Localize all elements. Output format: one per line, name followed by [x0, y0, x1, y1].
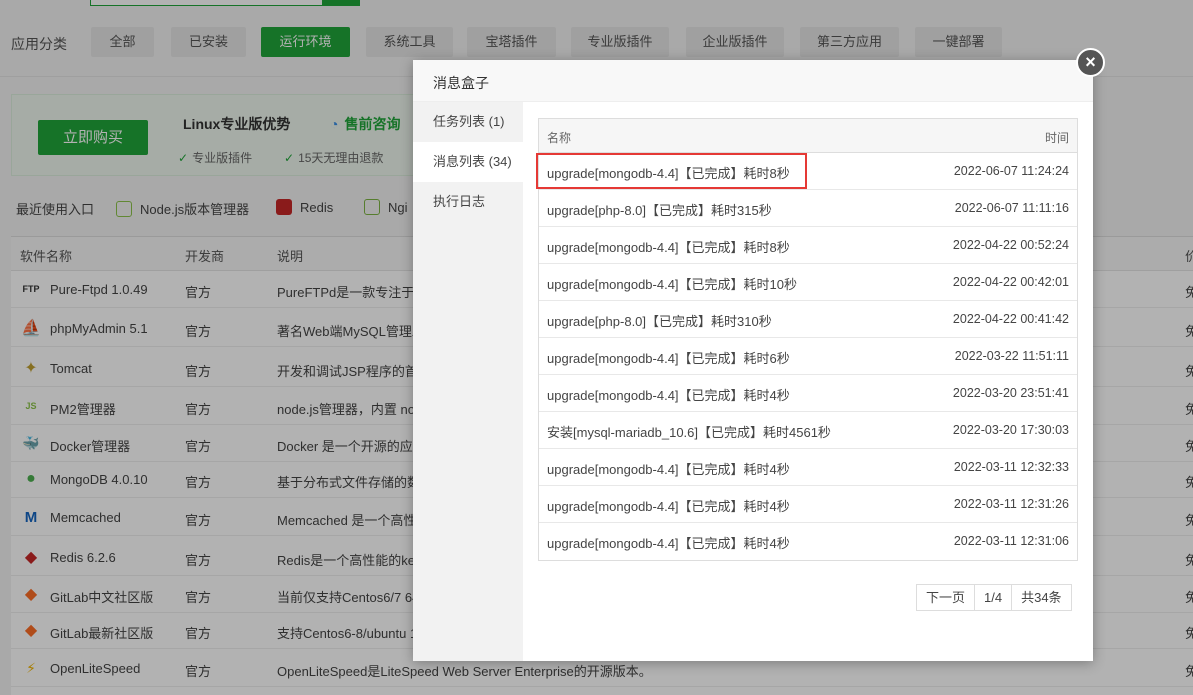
- close-icon[interactable]: ×: [1076, 48, 1105, 77]
- message-name: upgrade[mongodb-4.4]【已完成】耗时4秒: [547, 536, 790, 551]
- message-name: upgrade[mongodb-4.4]【已完成】耗时8秒: [547, 240, 790, 255]
- tab-execution-log[interactable]: 执行日志: [413, 182, 523, 222]
- message-time: 2022-06-07 11:24:24: [953, 164, 1069, 178]
- column-header-name: 名称: [547, 131, 572, 145]
- message-time: 2022-03-20 17:30:03: [952, 423, 1069, 437]
- message-name: 安装[mysql-mariadb_10.6]【已完成】耗时4561秒: [547, 425, 831, 440]
- message-time: 2022-04-22 00:52:24: [952, 238, 1069, 252]
- message-list-header: 名称 时间: [539, 119, 1077, 153]
- message-time: 2022-03-11 12:32:33: [953, 460, 1069, 474]
- total-count: 共34条: [1021, 590, 1062, 605]
- message-time: 2022-03-11 12:31:26: [953, 497, 1069, 511]
- page-indicator: 1/4: [975, 585, 1013, 610]
- message-row[interactable]: upgrade[mongodb-4.4]【已完成】耗时8秒 2022-04-22 …: [539, 227, 1077, 264]
- message-name: upgrade[mongodb-4.4]【已完成】耗时6秒: [547, 351, 790, 366]
- message-name: upgrade[mongodb-4.4]【已完成】耗时10秒: [547, 277, 798, 292]
- message-row[interactable]: upgrade[php-8.0]【已完成】耗时310秒 2022-04-22 00…: [539, 301, 1077, 338]
- column-header-time: 时间: [1044, 131, 1069, 145]
- message-row[interactable]: 安装[mysql-mariadb_10.6]【已完成】耗时4561秒 2022-0…: [539, 412, 1077, 449]
- message-row[interactable]: upgrade[mongodb-4.4]【已完成】耗时10秒 2022-04-22…: [539, 264, 1077, 301]
- message-time: 2022-03-20 23:51:41: [952, 386, 1069, 400]
- tab-message-list[interactable]: 消息列表 (34): [413, 142, 523, 182]
- message-time: 2022-04-22 00:41:42: [952, 312, 1069, 326]
- message-name: upgrade[mongodb-4.4]【已完成】耗时4秒: [547, 388, 790, 403]
- message-row[interactable]: upgrade[mongodb-4.4]【已完成】耗时6秒 2022-03-22 …: [539, 338, 1077, 375]
- message-box-modal: 消息盒子 任务列表 (1) 消息列表 (34) 执行日志 名称 时间 upgra…: [413, 60, 1093, 661]
- modal-sidebar: 任务列表 (1) 消息列表 (34) 执行日志: [413, 102, 523, 661]
- message-row[interactable]: upgrade[mongodb-4.4]【已完成】耗时4秒 2022-03-11 …: [539, 523, 1077, 560]
- message-row[interactable]: upgrade[php-8.0]【已完成】耗时315秒 2022-06-07 11…: [539, 190, 1077, 227]
- message-name: upgrade[php-8.0]【已完成】耗时315秒: [547, 203, 772, 218]
- message-time: 2022-04-22 00:42:01: [952, 275, 1069, 289]
- tab-task-list[interactable]: 任务列表 (1): [413, 102, 523, 142]
- highlight-box: [536, 153, 807, 189]
- message-row[interactable]: upgrade[mongodb-4.4]【已完成】耗时4秒 2022-03-11 …: [539, 486, 1077, 523]
- pagination: 下一页 1/4 共34条: [916, 584, 1072, 611]
- message-name: upgrade[mongodb-4.4]【已完成】耗时4秒: [547, 499, 790, 514]
- message-time: 2022-03-11 12:31:06: [953, 534, 1069, 548]
- message-row[interactable]: upgrade[mongodb-4.4]【已完成】耗时4秒 2022-03-20 …: [539, 375, 1077, 412]
- message-row[interactable]: upgrade[mongodb-4.4]【已完成】耗时4秒 2022-03-11 …: [539, 449, 1077, 486]
- next-page-button[interactable]: 下一页: [917, 585, 976, 610]
- modal-title: 消息盒子: [413, 60, 1093, 102]
- message-name: upgrade[php-8.0]【已完成】耗时310秒: [547, 314, 772, 329]
- message-time: 2022-03-22 11:51:11: [954, 349, 1069, 363]
- message-time: 2022-06-07 11:11:16: [954, 201, 1069, 215]
- message-name: upgrade[mongodb-4.4]【已完成】耗时4秒: [547, 462, 790, 477]
